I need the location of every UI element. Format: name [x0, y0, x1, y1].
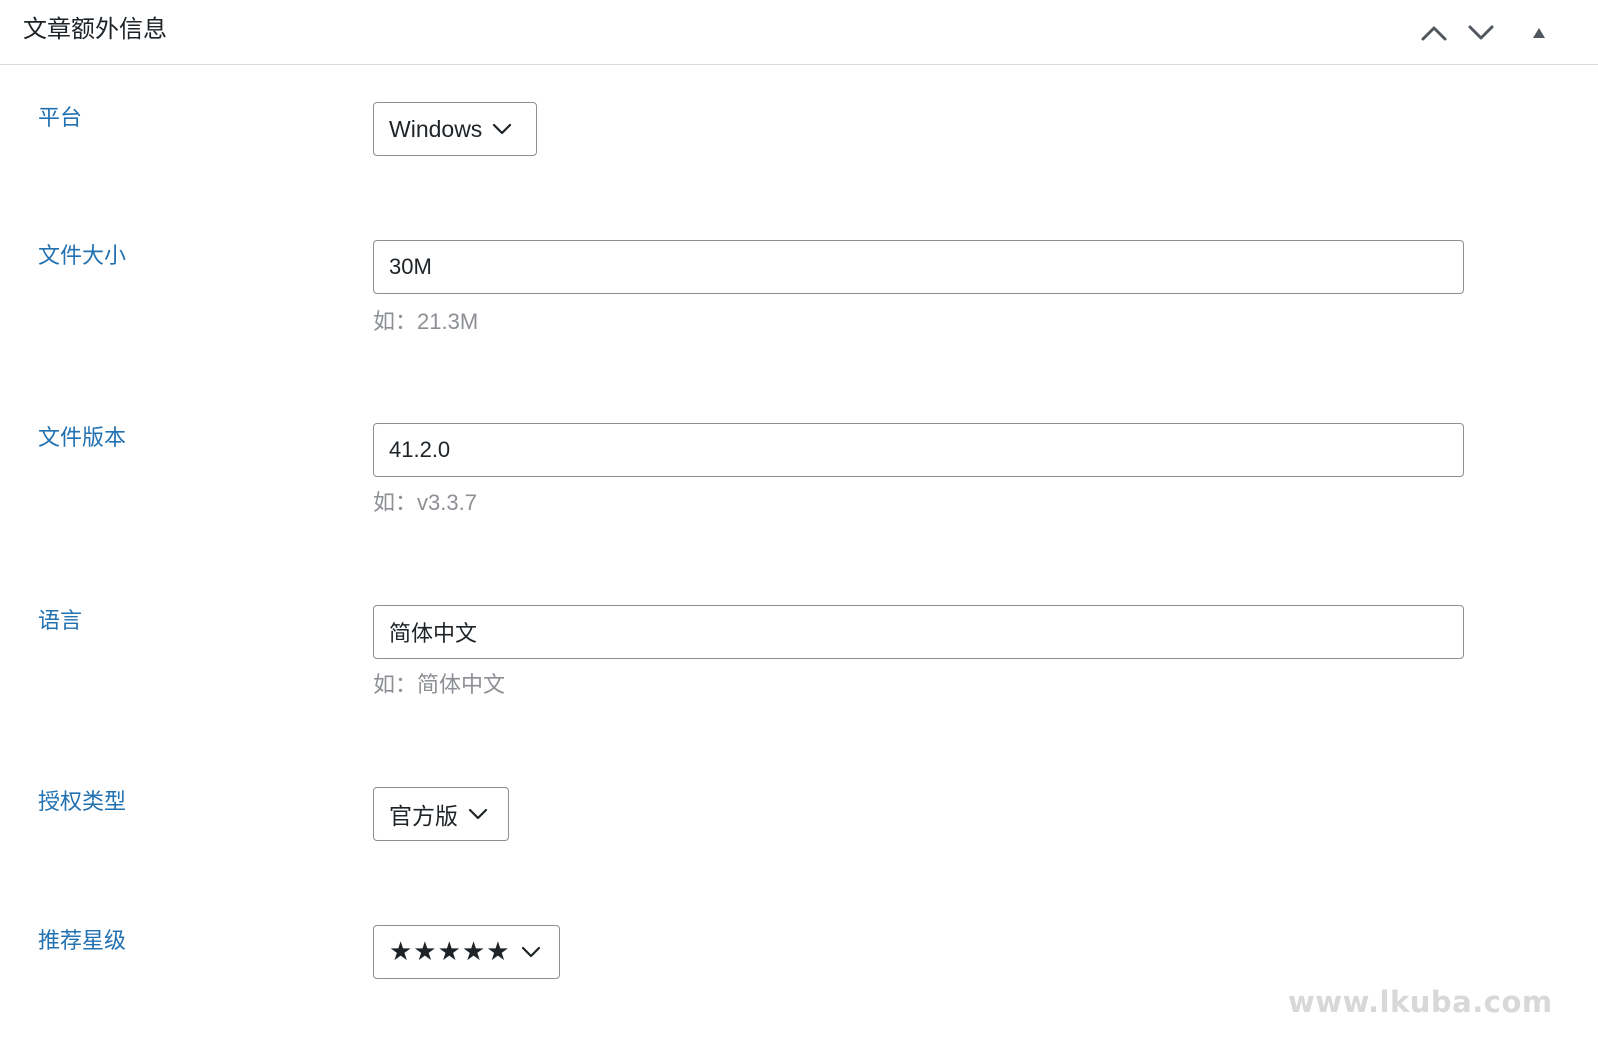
license-type-select[interactable]: 官方版 [373, 787, 509, 841]
chevron-down-icon [468, 808, 488, 820]
file-size-label: 文件大小 [38, 243, 127, 268]
panel-title: 文章额外信息 [23, 16, 167, 43]
rating-label: 推荐星级 [38, 928, 127, 953]
triangle-up-icon [1532, 27, 1546, 39]
language-input[interactable] [373, 605, 1464, 659]
move-up-button[interactable] [1417, 16, 1451, 50]
toggle-panel-button[interactable] [1522, 16, 1556, 50]
panel-header: 文章额外信息 [0, 0, 1598, 65]
file-size-hint: 如：21.3M [373, 309, 479, 334]
platform-select-value: Windows [389, 115, 483, 142]
watermark: www.lkuba.com [1288, 985, 1553, 1019]
chevron-down-icon [521, 946, 541, 958]
file-version-input[interactable] [373, 423, 1464, 477]
language-label: 语言 [38, 608, 83, 633]
language-hint: 如：简体中文 [373, 672, 506, 697]
chevron-down-icon [1468, 25, 1494, 41]
platform-select[interactable]: Windows [373, 102, 537, 156]
move-down-button[interactable] [1464, 16, 1498, 50]
rating-select[interactable]: ★★★★★ [373, 925, 560, 979]
license-type-select-value: 官方版 [389, 803, 458, 829]
rating-select-value: ★★★★★ [389, 937, 511, 967]
file-version-hint: 如：v3.3.7 [373, 490, 477, 515]
license-type-label: 授权类型 [38, 789, 127, 814]
file-version-label: 文件版本 [38, 425, 127, 450]
file-size-input[interactable] [373, 240, 1464, 294]
chevron-up-icon [1421, 25, 1447, 41]
platform-label: 平台 [38, 105, 83, 130]
chevron-down-icon [492, 123, 512, 135]
